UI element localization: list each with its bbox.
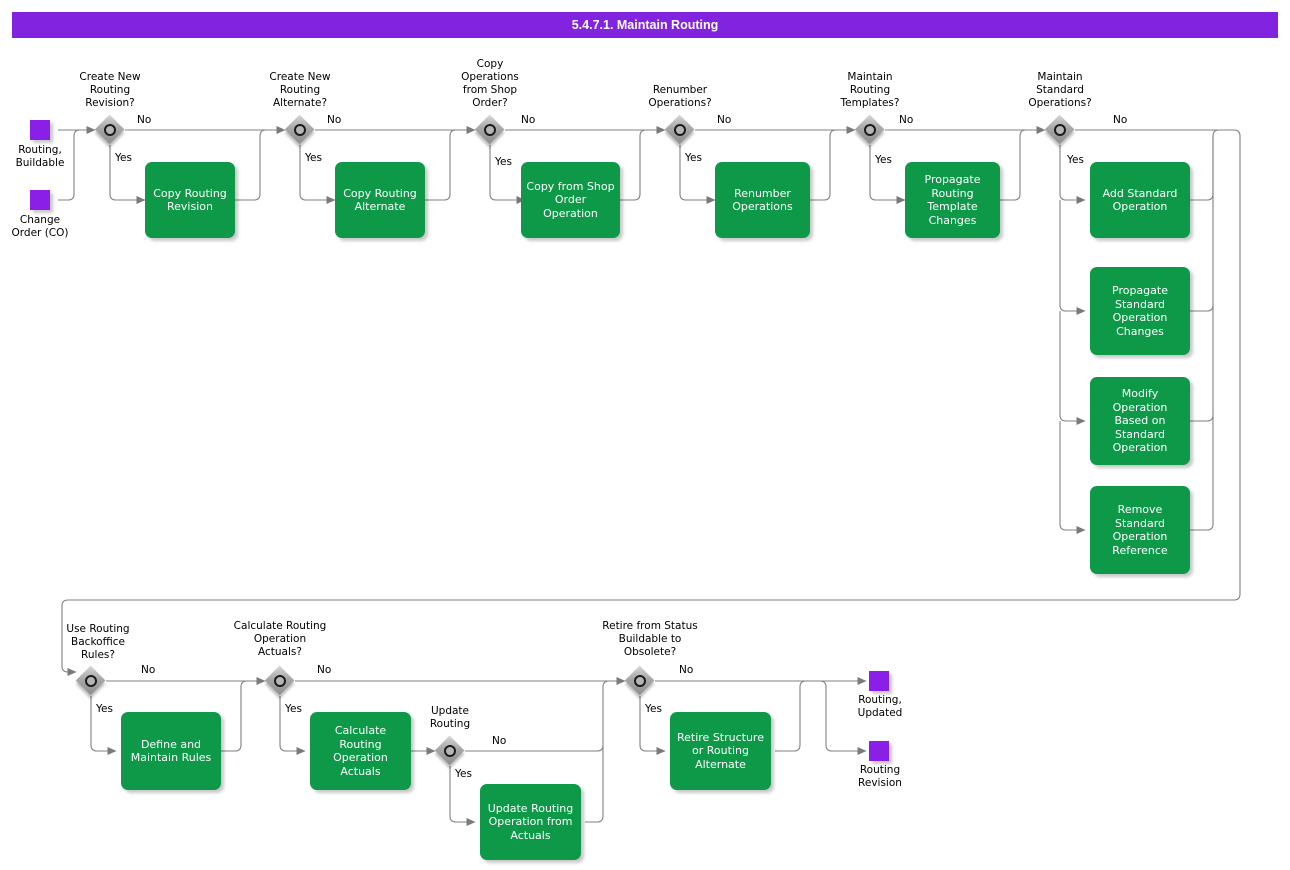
task-label: Update Routing Operation from Actuals — [487, 801, 574, 842]
edge-label-yes-2: Yes — [305, 152, 322, 164]
decision-update-routing[interactable] — [434, 735, 465, 766]
task-label: Copy from Shop Order Operation — [526, 179, 615, 220]
terminator-routing-buildable-label: Routing, Buildable — [15, 144, 65, 169]
decision-use-routing-backoffice-rules[interactable] — [75, 665, 106, 696]
task-label: Define and Maintain Rules — [130, 737, 212, 765]
task-label: Copy Routing Revision — [153, 186, 227, 214]
terminator-change-order[interactable] — [30, 190, 50, 210]
edge-label-yes-8: Yes — [285, 703, 302, 715]
task-label: Copy Routing Alternate — [343, 186, 417, 214]
task-label: Propagate Routing Template Changes — [924, 173, 981, 227]
edge-label-no-5: No — [899, 114, 914, 126]
diamond-ring-icon — [294, 124, 306, 136]
task-label: Add Standard Operation — [1102, 186, 1178, 214]
decision-retire-from-status-buildable-to-obsolete-label: Retire from Status Buildable to Obsolete… — [602, 620, 698, 658]
decision-create-new-routing-alternate-label: Create New Routing Alternate? — [269, 71, 331, 109]
diamond-ring-icon — [864, 124, 876, 136]
task-label: Retire Structure or Routing Alternate — [676, 730, 764, 771]
edge-label-no-7: No — [141, 664, 156, 676]
diamond-ring-icon — [484, 124, 496, 136]
terminator-change-order-label: Change Order (CO) — [11, 214, 69, 239]
terminator-routing-revision[interactable] — [869, 741, 889, 761]
edge-label-no-1: No — [137, 114, 152, 126]
edge-label-yes-7: Yes — [96, 703, 113, 715]
diamond-ring-icon — [634, 675, 646, 687]
diamond-ring-icon — [274, 675, 286, 687]
task-remove-standard-operation-reference[interactable]: Remove Standard Operation Reference — [1090, 486, 1190, 574]
task-copy-routing-revision[interactable]: Copy Routing Revision — [145, 162, 235, 238]
edge-label-no-10: No — [679, 664, 694, 676]
edge-label-yes-6: Yes — [1067, 154, 1084, 166]
edge-label-yes-9: Yes — [455, 768, 472, 780]
decision-use-routing-backoffice-rules-label: Use Routing Backoffice Rules? — [66, 623, 130, 661]
edge-label-yes-1: Yes — [115, 152, 132, 164]
diamond-ring-icon — [674, 124, 686, 136]
decision-maintain-routing-templates[interactable] — [854, 114, 885, 145]
decision-update-routing-label: Update Routing — [429, 705, 471, 730]
task-calculate-routing-operation-actuals[interactable]: Calculate Routing Operation Actuals — [310, 712, 411, 790]
decision-create-new-routing-alternate[interactable] — [284, 114, 315, 145]
task-label: Renumber Operations — [732, 186, 793, 214]
edge-label-no-6: No — [1113, 114, 1128, 126]
diamond-ring-icon — [1054, 124, 1066, 136]
task-define-and-maintain-rules[interactable]: Define and Maintain Rules — [121, 712, 221, 790]
decision-renumber-operations[interactable] — [664, 114, 695, 145]
edge-label-no-2: No — [327, 114, 342, 126]
decision-copy-operations-from-shop-order[interactable] — [474, 114, 505, 145]
decision-maintain-standard-operations[interactable] — [1044, 114, 1075, 145]
diamond-ring-icon — [85, 675, 97, 687]
task-modify-operation-based-on-standard-operation[interactable]: Modify Operation Based on Standard Opera… — [1090, 377, 1190, 465]
decision-copy-operations-from-shop-order-label: Copy Operations from Shop Order? — [461, 58, 519, 109]
task-retire-structure-or-routing-alternate[interactable]: Retire Structure or Routing Alternate — [670, 712, 771, 790]
task-label: Modify Operation Based on Standard Opera… — [1112, 387, 1168, 455]
task-copy-from-shop-order-operation[interactable]: Copy from Shop Order Operation — [521, 162, 620, 238]
edge-label-yes-5: Yes — [875, 154, 892, 166]
decision-renumber-operations-label: Renumber Operations? — [648, 84, 712, 109]
task-update-routing-operation-from-actuals[interactable]: Update Routing Operation from Actuals — [480, 784, 581, 860]
decision-create-new-routing-revision-label: Create New Routing Revision? — [79, 71, 141, 109]
decision-create-new-routing-revision[interactable] — [94, 114, 125, 145]
decision-maintain-standard-operations-label: Maintain Standard Operations? — [1028, 71, 1092, 109]
edge-label-no-9: No — [492, 735, 507, 747]
decision-calculate-routing-operation-actuals-label: Calculate Routing Operation Actuals? — [233, 620, 327, 658]
decision-retire-from-status-buildable-to-obsolete[interactable] — [624, 665, 655, 696]
terminator-routing-buildable[interactable] — [30, 120, 50, 140]
terminator-routing-revision-label: Routing Revision — [858, 764, 902, 789]
diagram-canvas: 5.4.7.1. Maintain Routing Routing, Build… — [0, 0, 1290, 870]
decision-calculate-routing-operation-actuals[interactable] — [264, 665, 295, 696]
decision-maintain-routing-templates-label: Maintain Routing Templates? — [840, 71, 900, 109]
task-renumber-operations[interactable]: Renumber Operations — [715, 162, 810, 238]
diamond-ring-icon — [104, 124, 116, 136]
task-add-standard-operation[interactable]: Add Standard Operation — [1090, 162, 1190, 238]
task-label: Calculate Routing Operation Actuals — [333, 724, 388, 778]
terminator-routing-updated[interactable] — [869, 671, 889, 691]
edge-label-yes-10: Yes — [645, 703, 662, 715]
diamond-ring-icon — [444, 745, 456, 757]
terminator-routing-updated-label: Routing, Updated — [857, 694, 903, 719]
edge-label-no-3: No — [521, 114, 536, 126]
task-label: Remove Standard Operation Reference — [1112, 503, 1168, 557]
edge-label-no-8: No — [317, 664, 332, 676]
edge-label-yes-4: Yes — [685, 152, 702, 164]
edge-label-yes-3: Yes — [495, 156, 512, 168]
task-propagate-routing-template-changes[interactable]: Propagate Routing Template Changes — [905, 162, 1000, 238]
task-propagate-standard-operation-changes[interactable]: Propagate Standard Operation Changes — [1090, 267, 1190, 355]
page-title: 5.4.7.1. Maintain Routing — [12, 12, 1278, 38]
task-label: Propagate Standard Operation Changes — [1112, 284, 1168, 338]
edge-label-no-4: No — [717, 114, 732, 126]
task-copy-routing-alternate[interactable]: Copy Routing Alternate — [335, 162, 425, 238]
